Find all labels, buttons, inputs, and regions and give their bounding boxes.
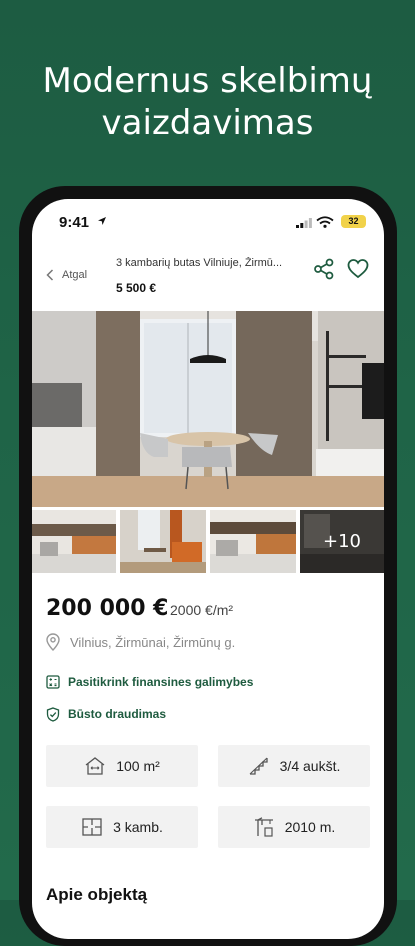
listing-price: 200 000 € [46,596,169,621]
shield-check-icon [46,706,60,722]
location-arrow-icon [98,217,106,225]
interior-photo [32,311,384,507]
feature-rooms-value: 3 kamb. [113,819,163,835]
feature-year: 2010 m. [218,806,370,848]
home-insurance-label: Būsto draudimas [68,707,167,721]
feature-floor-value: 3/4 aukšt. [279,758,341,774]
wifi-icon [316,216,334,228]
home-insurance-link[interactable]: Būsto draudimas [46,704,166,724]
thumbnail-photo-1 [32,510,116,573]
more-photos-label: +10 [323,531,361,552]
chevron-left-icon [46,269,54,281]
headline-line-2: vaizdavimas [101,103,314,143]
listing-title: 3 kambarių butas Vilniuje, Žirmū... [116,257,283,269]
headline-line-1: Modernus skelbimų [42,61,373,101]
thumbnail-2[interactable] [120,510,206,573]
feature-year-value: 2010 m. [284,819,336,835]
stairs-icon [249,757,268,775]
feature-floor: 3/4 aukšt. [218,745,370,787]
favorite-heart-icon[interactable] [347,258,369,280]
phone-screen: 9:41 32 Atgal 3 kambarių butas Vilniuje,… [32,199,384,939]
thumbnail-photo-2 [120,510,206,573]
about-section-title: Apie objektą [46,885,148,904]
photo-thumbnails: +10 [32,510,384,573]
feature-area-value: 100 m² [116,758,160,774]
back-button[interactable]: Atgal [46,265,87,285]
battery-indicator: 32 [341,215,366,228]
feature-area: 100 m² [46,745,198,787]
status-time: 9:41 [59,214,90,231]
main-photo[interactable] [32,311,384,507]
thumbnail-more[interactable]: +10 [300,510,384,573]
promo-headline: Modernus skelbimų vaizdavimas [0,60,415,144]
finance-check-label: Pasitikrink finansines galimybes [68,675,254,689]
signal-icon [296,218,312,228]
share-icon[interactable] [313,258,335,280]
price-per-m2: 2000 €/m² [170,602,234,618]
status-bar: 9:41 32 [32,199,384,243]
finance-check-link[interactable]: Pasitikrink finansines galimybes [46,672,253,692]
feature-rooms: 3 kamb. [46,806,198,848]
floorplan-icon [82,818,102,836]
crane-icon [254,817,273,837]
listing-header: Atgal 3 kambarių butas Vilniuje, Žirmū..… [32,243,384,309]
location-pin-icon [46,633,60,651]
back-label: Atgal [62,269,88,281]
area-icon [85,757,105,775]
address-row: Vilnius, Žirmūnai, Žirmūnų g. [46,631,235,653]
calculator-icon [46,675,60,689]
phone-frame: 9:41 32 Atgal 3 kambarių butas Vilniuje,… [19,186,397,946]
address-text: Vilnius, Žirmūnai, Žirmūnų g. [70,634,236,650]
header-price: 5 500 € [116,281,157,295]
thumbnail-photo-3 [210,510,296,573]
thumbnail-3[interactable] [210,510,296,573]
thumbnail-1[interactable] [32,510,116,573]
